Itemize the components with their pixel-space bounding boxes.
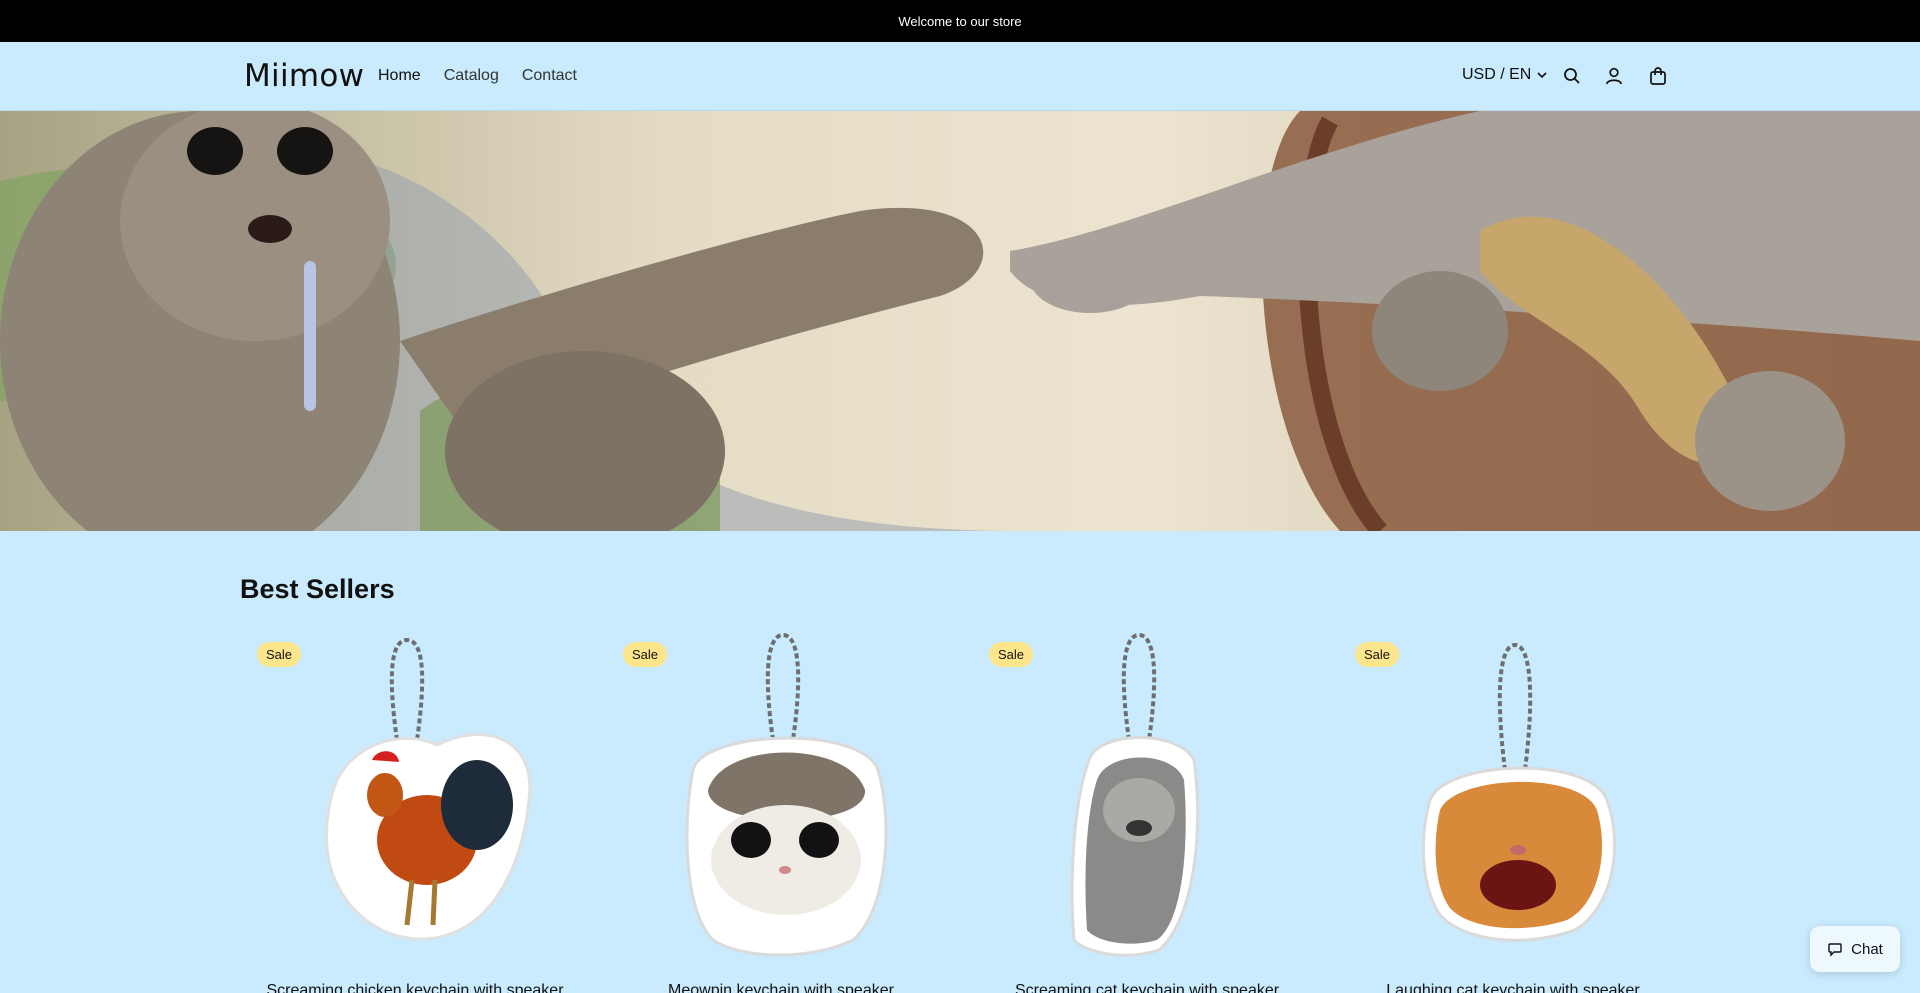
- nav-catalog[interactable]: Catalog: [444, 67, 499, 85]
- sale-badge: Sale: [257, 642, 302, 667]
- product-title[interactable]: Screaming chicken keychain with speaker: [247, 982, 583, 993]
- search-icon[interactable]: [1558, 62, 1586, 90]
- account-icon[interactable]: [1600, 62, 1628, 90]
- product-image-rooster: [325, 637, 532, 941]
- site-header: Miimow Home Catalog Contact USD / EN: [0, 42, 1920, 111]
- localization-label: USD / EN: [1462, 66, 1532, 83]
- hero-image: [0, 111, 1920, 531]
- localization-selector[interactable]: USD / EN: [1462, 66, 1548, 84]
- product-title[interactable]: Meowpin keychain with speaker: [613, 982, 949, 993]
- main-nav: Home Catalog Contact: [378, 67, 577, 85]
- chat-icon: [1828, 943, 1842, 957]
- product-image-laughing-cat: [1421, 642, 1617, 942]
- product-card[interactable]: Sale Screaming cat keychain with speaker: [979, 630, 1315, 993]
- nav-home[interactable]: Home: [378, 67, 421, 85]
- chat-label: Chat: [1851, 940, 1883, 958]
- product-card[interactable]: Sale Laughing cat keychain with speaker: [1345, 630, 1681, 993]
- chat-button[interactable]: Chat: [1810, 926, 1900, 972]
- product-image-meowpin: [685, 632, 888, 957]
- sale-badge: Sale: [1355, 642, 1400, 667]
- chevron-down-icon: [1537, 72, 1547, 79]
- section-title-best-sellers: Best Sellers: [240, 574, 395, 604]
- nav-contact[interactable]: Contact: [522, 67, 577, 85]
- announcement-bar: Welcome to our store: [0, 0, 1920, 42]
- product-title[interactable]: Laughing cat keychain with speaker: [1345, 982, 1681, 993]
- hero-banner: [0, 111, 1920, 531]
- cart-icon[interactable]: [1644, 62, 1672, 90]
- product-title[interactable]: Screaming cat keychain with speaker: [979, 982, 1315, 993]
- announcement-text: Welcome to our store: [898, 13, 1022, 29]
- product-card[interactable]: Sale Meowpin keychain with speaker: [613, 630, 949, 993]
- sale-badge: Sale: [989, 642, 1034, 667]
- sale-badge: Sale: [623, 642, 668, 667]
- store-logo[interactable]: Miimow: [244, 58, 364, 94]
- product-image-screaming-cat: [1070, 632, 1200, 957]
- product-card[interactable]: Sale Screaming chicken keychain with spe…: [247, 630, 583, 993]
